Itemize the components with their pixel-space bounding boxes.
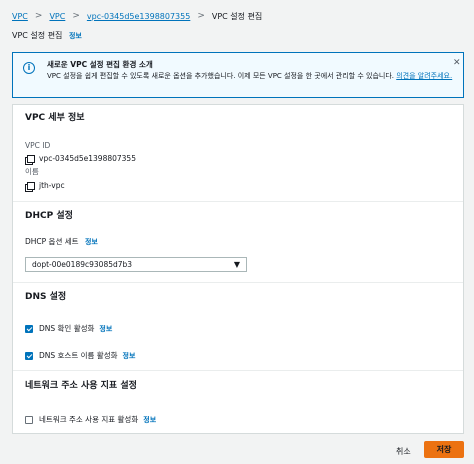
banner-body: VPC 설정을 쉽게 편집할 수 있도록 새로운 옵션을 추가했습니다. 이제 … [47, 71, 457, 82]
dns-resolution-info-link[interactable]: 정보 [99, 324, 112, 334]
breadcrumb-separator: > [72, 11, 80, 21]
breadcrumb-separator: > [34, 11, 43, 21]
page-title: VPC 설정 편집 [12, 31, 63, 40]
save-button[interactable]: 저장 [424, 441, 464, 458]
network-metrics-heading: 네트워크 주소 사용 지표 설정 [13, 370, 463, 400]
info-banner: i 새로운 VPC 설정 편집 환경 소개 VPC 설정을 쉽게 편집할 수 있… [12, 52, 464, 98]
dhcp-settings-heading: DHCP 설정 [13, 201, 463, 229]
breadcrumb-current: VPC 설정 편집 [211, 11, 263, 21]
vpc-id-value: vpc-0345d5e1398807355 [39, 154, 136, 163]
dns-resolution-label: DNS 확인 활성화 [39, 324, 95, 333]
breadcrumb: VPC > VPC > vpc-0345d5e1398807355 > VPC … [12, 10, 262, 22]
vpc-name-value: jth-vpc [39, 181, 65, 190]
network-metrics-checkbox[interactable] [25, 415, 33, 424]
dns-hostnames-row: DNS 호스트 이름 활성화 정보 [25, 350, 135, 361]
banner-title: 새로운 VPC 설정 편집 환경 소개 [47, 60, 153, 69]
dns-hostnames-label: DNS 호스트 이름 활성화 [39, 351, 118, 360]
copy-icon[interactable] [25, 181, 35, 192]
dns-resolution-row: DNS 확인 활성화 정보 [25, 323, 112, 334]
vpc-id-value-row: vpc-0345d5e1398807355 [25, 154, 136, 165]
vpc-details-heading: VPC 세부 정보 [25, 113, 85, 123]
dns-settings-heading: DNS 설정 [13, 282, 463, 310]
page-info-link[interactable]: 정보 [69, 32, 82, 40]
network-metrics-label: 네트워크 주소 사용 지표 활성화 [39, 415, 139, 424]
network-metrics-info-link[interactable]: 정보 [143, 415, 156, 425]
dns-hostnames-checkbox[interactable] [25, 351, 33, 360]
dhcp-selected-value: dopt-00e0189c93085d7b3 [32, 260, 133, 269]
chevron-down-icon: ▼ [233, 260, 240, 269]
banner-text: VPC 설정을 쉽게 편집할 수 있도록 새로운 옵션을 추가했습니다. 이제 … [47, 72, 397, 80]
vpc-name-value-row: jth-vpc [25, 181, 65, 192]
dns-resolution-checkbox[interactable] [25, 324, 33, 333]
settings-panel: VPC 세부 정보 VPC ID vpc-0345d5e1398807355 이… [12, 104, 464, 434]
breadcrumb-vpc-list[interactable]: VPC [49, 12, 65, 21]
vpc-name-label: 이름 [25, 167, 39, 176]
cancel-button[interactable]: 취소 [396, 446, 411, 457]
page-title-row: VPC 설정 편집 정보 [12, 30, 82, 41]
info-circle-icon: i [23, 62, 35, 74]
close-icon[interactable]: ✕ [453, 58, 461, 68]
breadcrumb-vpc-root[interactable]: VPC [12, 12, 28, 21]
dhcp-option-select[interactable]: dopt-00e0189c93085d7b3 ▼ [25, 257, 247, 272]
dns-hostnames-info-link[interactable]: 정보 [123, 351, 136, 361]
breadcrumb-separator: > [197, 11, 205, 21]
dhcp-option-label: DHCP 옵션 세트 [25, 237, 79, 246]
network-metrics-row: 네트워크 주소 사용 지표 활성화 정보 [25, 414, 156, 425]
vpc-id-label: VPC ID [25, 141, 51, 150]
dhcp-info-link[interactable]: 정보 [85, 238, 98, 246]
breadcrumb-vpc-id[interactable]: vpc-0345d5e1398807355 [87, 12, 190, 21]
dhcp-option-label-row: DHCP 옵션 세트 정보 [25, 236, 98, 247]
copy-icon[interactable] [25, 154, 35, 165]
feedback-link[interactable]: 의견을 알려주세요. [396, 72, 452, 80]
